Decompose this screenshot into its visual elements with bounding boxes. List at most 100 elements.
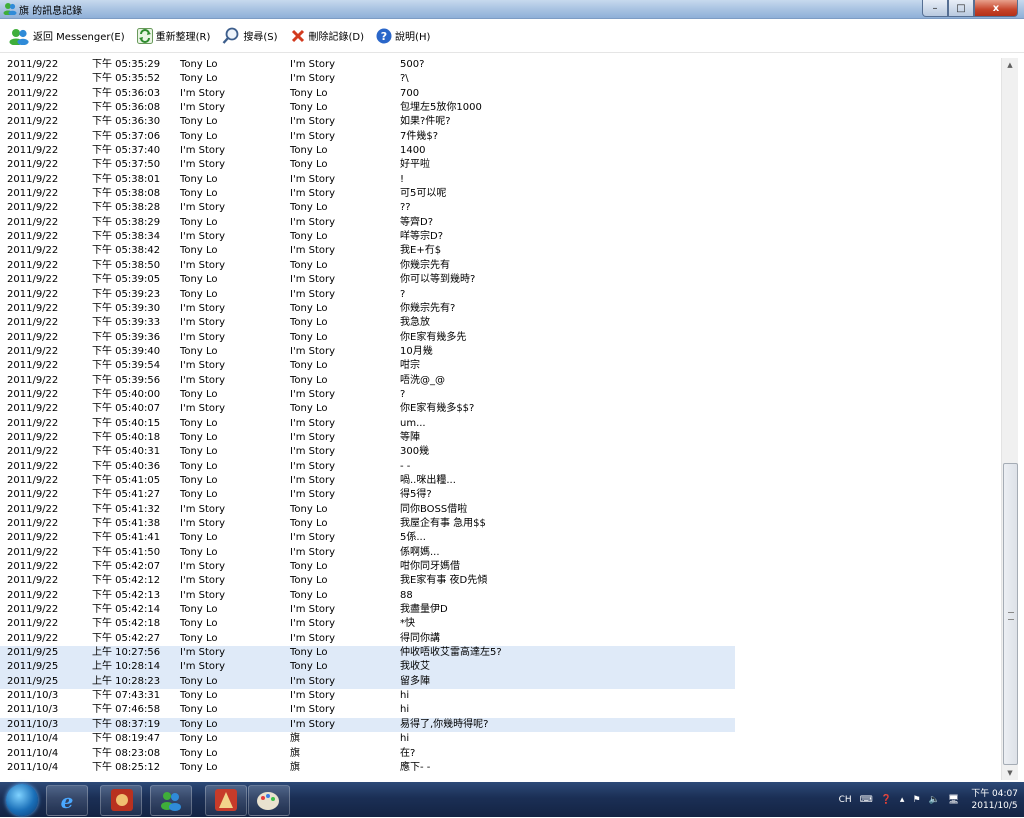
maximize-button[interactable]: □	[948, 0, 974, 17]
log-row[interactable]: 2011/9/22 下午 05:35:29 Tony Lo I'm Story 500?	[0, 58, 1000, 72]
show-hidden-icons-icon[interactable]: ▴	[900, 795, 905, 805]
log-row[interactable]: 2011/9/22 下午 05:40:00 Tony Lo I'm Story?	[0, 388, 1000, 402]
flag-icon[interactable]: ⚑	[912, 795, 920, 805]
log-sender: Tony Lo	[180, 690, 218, 702]
log-row[interactable]: 2011/9/22 下午 05:42:07 I'm Story Tony Lo 咁你同牙…	[0, 560, 1000, 574]
log-row[interactable]: 2011/9/22 下午 05:39:54 I'm Story Tony Lo 咁宗	[0, 359, 1000, 373]
log-date: 2011/9/22	[7, 130, 59, 142]
log-row[interactable]: 2011/9/22 下午 05:36:08 I'm Story Tony Lo 包埋左5…	[0, 101, 1000, 115]
log-row[interactable]: 2011/9/22 下午 05:36:30 Tony Lo I'm Story 如果?件…	[0, 115, 1000, 129]
log-row[interactable]: 2011/9/22 下午 05:38:29 Tony Lo I'm Story 等齊D?	[0, 216, 1000, 230]
vertical-scrollbar[interactable]: ▲ ▼	[1001, 58, 1018, 780]
log-sender: I'm Story	[180, 561, 226, 573]
input-language[interactable]: CH	[839, 795, 852, 805]
log-recipient: Tony Lo	[290, 331, 328, 343]
log-row[interactable]: 2011/10/3 下午 07:43:31 Tony Lo I'm Story hi	[0, 689, 1000, 703]
log-row[interactable]: 2011/9/22 下午 05:38:28 I'm Story Tony Lo??	[0, 201, 1000, 215]
log-recipient: I'm Story	[290, 546, 336, 558]
help-tray-icon[interactable]: ❓	[881, 795, 892, 805]
log-row[interactable]: 2011/9/22 下午 05:39:23 Tony Lo I'm Story?	[0, 288, 1000, 302]
clock[interactable]: 下午 04:07 2011/10/5	[971, 788, 1018, 812]
log-row[interactable]: 2011/9/22 下午 05:42:12 I'm Story Tony Lo 我E家有…	[0, 574, 1000, 588]
log-row[interactable]: 2011/9/22 下午 05:41:38 I'm Story Tony Lo 我屋企有…	[0, 517, 1000, 531]
log-row[interactable]: 2011/9/22 下午 05:41:50 Tony Lo I'm Story 係啊媽.…	[0, 546, 1000, 560]
log-date: 2011/9/22	[7, 618, 59, 630]
log-date: 2011/10/3	[7, 718, 59, 730]
log-row[interactable]: 2011/9/22 下午 05:37:06 Tony Lo I'm Story 7件幾$…	[0, 130, 1000, 144]
log-row[interactable]: 2011/9/22 下午 05:41:32 I'm Story Tony Lo 同你BO…	[0, 503, 1000, 517]
log-recipient: I'm Story	[290, 604, 336, 616]
log-sender: Tony Lo	[180, 288, 218, 300]
back-to-messenger-button[interactable]: 返回 Messenger(E)	[8, 27, 125, 45]
log-row[interactable]: 2011/9/22 下午 05:40:15 Tony Lo I'm Story um..…	[0, 417, 1000, 431]
log-time: 下午 05:38:29	[92, 216, 161, 228]
start-orb-icon[interactable]	[6, 784, 38, 816]
search-button[interactable]: 搜尋(S)	[222, 27, 278, 45]
log-row[interactable]: 2011/10/3 下午 07:46:58 Tony Lo I'm Story hi	[0, 703, 1000, 717]
scroll-up-icon[interactable]: ▲	[1002, 58, 1018, 72]
log-row[interactable]: 2011/9/22 下午 05:38:01 Tony Lo I'm Story!	[0, 173, 1000, 187]
taskbar-messenger-icon[interactable]	[150, 785, 192, 816]
scroll-down-icon[interactable]: ▼	[1002, 766, 1018, 780]
taskbar-game-icon[interactable]	[100, 785, 142, 816]
log-row[interactable]: 2011/9/25 上午 10:28:14 I'm Story Tony Lo 我收艾	[0, 660, 1000, 675]
log-row[interactable]: 2011/9/22 下午 05:39:05 Tony Lo I'm Story 你可以等…	[0, 273, 1000, 287]
log-row[interactable]: 2011/9/22 下午 05:38:42 Tony Lo I'm Story 我E+冇…	[0, 244, 1000, 258]
log-row[interactable]: 2011/9/22 下午 05:39:30 I'm Story Tony Lo 你幾宗先…	[0, 302, 1000, 316]
log-row[interactable]: 2011/9/22 下午 05:38:34 I'm Story Tony Lo 咩等宗D…	[0, 230, 1000, 244]
close-button[interactable]: x	[974, 0, 1018, 17]
log-row[interactable]: 2011/10/3 下午 08:37:19 Tony Lo I'm Story 易得了,…	[0, 717, 1000, 733]
log-message: 我屋企有事 急用$$	[400, 518, 486, 529]
network-icon[interactable]: 🖥	[948, 795, 959, 805]
help-button[interactable]: ? 說明(H)	[376, 28, 430, 44]
log-row[interactable]: 2011/9/22 下午 05:39:40 Tony Lo I'm Story 10月幾	[0, 345, 1000, 359]
log-row[interactable]: 2011/10/4 下午 08:19:47 Tony Lo 旗 hi	[0, 732, 1000, 746]
log-row[interactable]: 2011/9/22 下午 05:40:36 Tony Lo I'm Story - -	[0, 460, 1000, 474]
log-sender: Tony Lo	[180, 632, 218, 644]
log-row[interactable]: 2011/9/22 下午 05:40:18 Tony Lo I'm Story 等陣	[0, 431, 1000, 445]
log-row[interactable]: 2011/9/22 下午 05:40:31 Tony Lo I'm Story 300幾	[0, 445, 1000, 459]
scrollbar-thumb[interactable]	[1003, 463, 1018, 765]
log-time: 下午 05:35:52	[92, 73, 161, 85]
log-date: 2011/9/22	[7, 374, 59, 386]
log-row[interactable]: 2011/9/22 下午 05:39:36 I'm Story Tony Lo 你E家有…	[0, 331, 1000, 345]
log-row[interactable]: 2011/9/22 下午 05:38:08 Tony Lo I'm Story 可5可以…	[0, 187, 1000, 201]
log-row[interactable]: 2011/9/22 下午 05:39:33 I'm Story Tony Lo 我急放	[0, 316, 1000, 330]
log-row[interactable]: 2011/9/22 下午 05:41:27 Tony Lo I'm Story 得5得?	[0, 488, 1000, 502]
volume-icon[interactable]: 🔈	[929, 795, 940, 805]
taskbar-paint-icon[interactable]	[248, 785, 290, 816]
log-row[interactable]: 2011/10/4 下午 08:25:12 Tony Lo 旗 應下- -	[0, 761, 1000, 775]
log-recipient: I'm Story	[290, 130, 336, 142]
log-recipient: Tony Lo	[290, 231, 328, 243]
window-title-bar[interactable]: 旗 的訊息記錄 – □ x	[0, 0, 1024, 19]
log-recipient: Tony Lo	[290, 661, 328, 673]
keyboard-icon[interactable]: ⌨	[860, 795, 873, 805]
log-row[interactable]: 2011/9/22 下午 05:39:56 I'm Story Tony Lo 唔洗@_…	[0, 374, 1000, 388]
log-time: 下午 05:40:18	[92, 431, 161, 443]
log-row[interactable]: 2011/9/22 下午 05:42:18 Tony Lo I'm Story *快	[0, 617, 1000, 631]
log-row[interactable]: 2011/9/22 下午 05:40:07 I'm Story Tony Lo 你E家有…	[0, 402, 1000, 416]
log-row[interactable]: 2011/9/22 下午 05:41:41 Tony Lo I'm Story 5係..…	[0, 531, 1000, 545]
log-row[interactable]: 2011/10/4 下午 08:23:08 Tony Lo 旗 在?	[0, 747, 1000, 761]
log-row[interactable]: 2011/9/22 下午 05:42:13 I'm Story Tony Lo 88	[0, 589, 1000, 603]
log-row[interactable]: 2011/9/22 下午 05:37:50 I'm Story Tony Lo 好平啦	[0, 158, 1000, 172]
log-row[interactable]: 2011/9/22 下午 05:38:50 I'm Story Tony Lo 你幾宗先…	[0, 259, 1000, 273]
log-row[interactable]: 2011/9/22 下午 05:41:05 Tony Lo I'm Story 喎..咪…	[0, 474, 1000, 488]
log-row[interactable]: 2011/9/22 下午 05:36:03 I'm Story Tony Lo 700	[0, 87, 1000, 101]
log-row[interactable]: 2011/9/25 上午 10:28:23 Tony Lo I'm Story 留多陣	[0, 674, 1000, 690]
log-date: 2011/9/22	[7, 188, 59, 200]
taskbar-game2-icon[interactable]	[205, 785, 247, 816]
log-row[interactable]: 2011/9/22 下午 05:42:14 Tony Lo I'm Story 我盡量伊…	[0, 603, 1000, 617]
log-date: 2011/9/22	[7, 589, 59, 601]
log-row[interactable]: 2011/9/25 上午 10:27:56 I'm Story Tony Lo 仲收唔收…	[0, 646, 1000, 661]
taskbar-ie-icon[interactable]: e	[46, 785, 88, 816]
log-message: 如果?件呢?	[400, 116, 451, 128]
log-row[interactable]: 2011/9/22 下午 05:42:27 Tony Lo I'm Story 得同你講	[0, 632, 1000, 646]
log-message: 咁宗	[400, 360, 420, 372]
log-sender: Tony Lo	[180, 489, 218, 501]
delete-history-button[interactable]: 刪除記錄(D)	[290, 28, 364, 44]
refresh-button[interactable]: 重新整理(R)	[136, 27, 210, 44]
log-row[interactable]: 2011/9/22 下午 05:35:52 Tony Lo I'm Story ?\	[0, 72, 1000, 86]
log-row[interactable]: 2011/9/22 下午 05:37:40 I'm Story Tony Lo 1400	[0, 144, 1000, 158]
minimize-button[interactable]: –	[922, 0, 948, 17]
